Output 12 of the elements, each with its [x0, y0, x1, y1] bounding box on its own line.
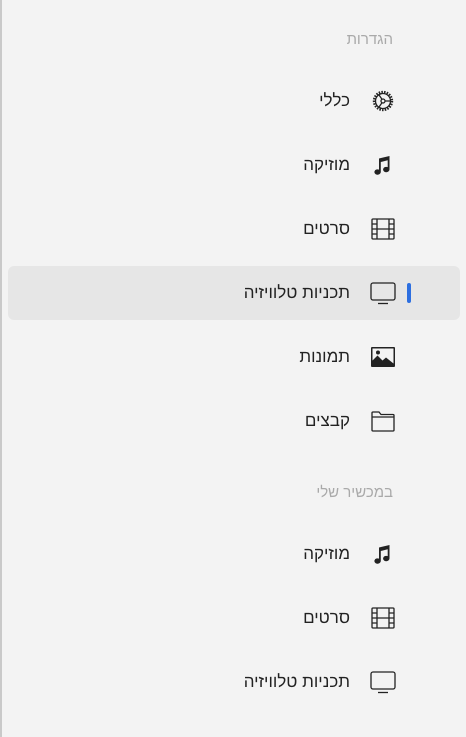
sidebar-item[interactable]: תכניות טלוויזיה [8, 655, 460, 709]
sidebar-item[interactable]: תמונות [8, 330, 460, 384]
section-header: הגדרות [346, 31, 393, 49]
sidebar-item[interactable]: כללי [8, 74, 460, 128]
selection-indicator [407, 283, 411, 303]
section-header: במכשיר שלי [315, 484, 393, 502]
sidebar-item[interactable]: קבצים [8, 394, 460, 448]
sidebar-item[interactable]: סרטים [8, 202, 460, 256]
sidebar-item[interactable]: סרטים [8, 591, 460, 645]
sidebar-item[interactable]: מוזיקה [8, 527, 460, 581]
sidebar-item[interactable]: תכניות טלוויזיה [8, 266, 460, 320]
sidebar-item[interactable]: מוזיקה [8, 138, 460, 192]
